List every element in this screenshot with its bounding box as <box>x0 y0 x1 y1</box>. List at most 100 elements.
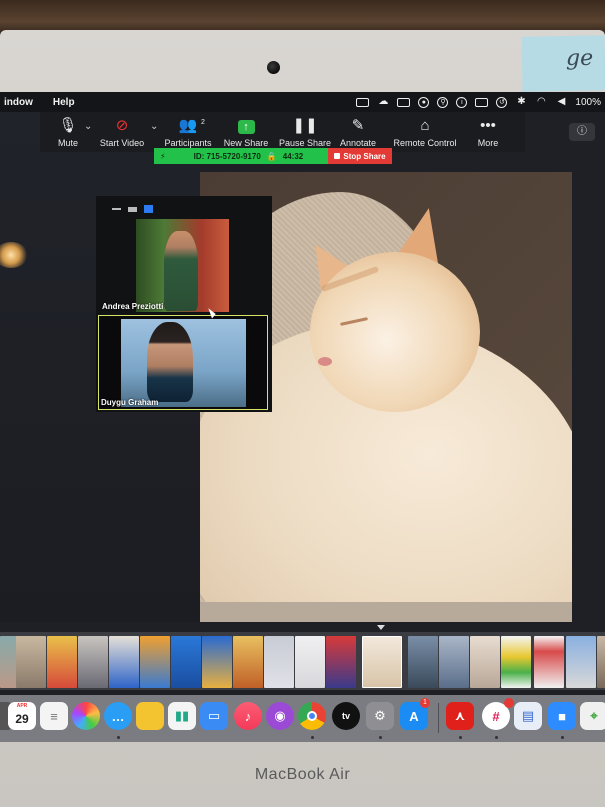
zoom-share-toolbar: 🎙 Mute ⌄ ⊘ Start Video ⌄ 👥 Participants … <box>40 112 525 152</box>
running-indicator <box>311 736 314 739</box>
photo-thumbnail[interactable] <box>78 636 108 688</box>
photo-thumbnail[interactable] <box>16 636 46 688</box>
airplay-icon[interactable] <box>475 97 489 107</box>
numbers-icon[interactable]: ▮▮ <box>168 702 196 730</box>
system-preferences-icon[interactable]: ⚙ <box>366 702 394 730</box>
photos-icon[interactable] <box>72 702 100 730</box>
photo-thumbnail[interactable] <box>326 636 356 688</box>
cloud-upload-icon[interactable]: ☁ <box>377 97 389 107</box>
pause-icon: ❚❚ <box>292 117 318 134</box>
stickies-icon[interactable] <box>136 702 164 730</box>
zoom-status-icon[interactable] <box>356 97 370 107</box>
info-button[interactable]: ⓘ <box>569 123 595 141</box>
photo-thumbnail[interactable] <box>47 636 77 688</box>
wifi-icon[interactable]: ◠ <box>535 97 547 107</box>
start-video-button[interactable]: ⊘ Start Video <box>96 112 148 152</box>
photo-thumbnail[interactable] <box>140 636 170 688</box>
participant-video <box>164 231 198 311</box>
stop-share-button[interactable]: Stop Share <box>328 148 392 164</box>
menu-window[interactable]: indow <box>4 97 33 108</box>
zoom-icon[interactable]: ■ <box>548 702 576 730</box>
floor <box>200 602 572 622</box>
meeting-share-bar: ⚡ ID: 715-5720-9170 🔒 44:32 Stop Share <box>154 148 392 164</box>
chevron-down-icon[interactable]: ⌄ <box>84 121 92 132</box>
photo-thumbnail[interactable] <box>295 636 325 688</box>
time-machine-icon[interactable]: ↺ <box>496 96 508 108</box>
running-indicator <box>379 736 382 739</box>
strip-indicator-arrow <box>377 625 385 630</box>
new-share-button[interactable]: ↑ New Share <box>222 112 270 152</box>
photo-thumbnail-strip <box>0 632 605 690</box>
photo-thumbnail[interactable] <box>597 636 605 688</box>
meeting-info-bar[interactable]: ⚡ ID: 715-5720-9170 🔒 44:32 <box>154 148 328 164</box>
info-circle-icon[interactable]: i <box>456 96 468 108</box>
gallery-view-icon[interactable] <box>144 205 153 213</box>
acrobat-icon[interactable]: ⋏ <box>446 702 474 730</box>
minimize-icon[interactable] <box>112 208 121 210</box>
battery-percent[interactable]: 100% <box>575 97 601 108</box>
running-indicator <box>495 736 498 739</box>
photo-thumbnail[interactable] <box>439 636 469 688</box>
participant-video <box>147 322 193 402</box>
chrome-icon[interactable] <box>298 702 326 730</box>
maps-icon[interactable]: ⌖ <box>580 702 605 730</box>
more-button[interactable]: ••• More <box>472 112 504 152</box>
notes-icon[interactable]: ≡ <box>40 702 68 730</box>
volume-icon[interactable]: ◀ <box>555 97 567 107</box>
photo-thumbnail[interactable] <box>534 636 564 688</box>
photo-thumbnail[interactable] <box>109 636 139 688</box>
video-panel[interactable]: Andrea Preziotti Duygu Graham <box>96 196 272 412</box>
participant-tile[interactable] <box>136 219 229 312</box>
pencil-icon: ✎ <box>351 117 365 134</box>
speaker-view-icon[interactable] <box>128 206 137 212</box>
podcasts-icon[interactable]: ◉ <box>266 702 294 730</box>
photo-thumbnail[interactable] <box>171 636 201 688</box>
apple-tv-icon[interactable]: tv <box>332 702 360 730</box>
photo-thumbnail[interactable] <box>408 636 438 688</box>
photo-thumbnail[interactable] <box>202 636 232 688</box>
dock: APR 29 ≡ … ▮▮ ▭ ♪ ◉ tv ⚙ A 1 ⋏ # ▤ ■ ⌖ <box>0 695 605 742</box>
accessibility-icon[interactable]: ⚲ <box>437 96 449 108</box>
video-off-icon: ⊘ <box>115 117 129 134</box>
dock-separator <box>438 703 439 733</box>
photo-thumbnail[interactable] <box>233 636 263 688</box>
lock-icon: 🔒 <box>266 151 277 161</box>
sticky-note-text: ge <box>566 46 594 71</box>
cat-nose <box>318 357 332 366</box>
remote-control-button[interactable]: ⌂ Remote Control <box>390 112 460 152</box>
meeting-timer: 44:32 <box>282 151 304 161</box>
menu-bar-status: ☁ ● ⚲ i ↺ ✱ ◠ ◀ 100% <box>356 92 601 112</box>
menu-help[interactable]: Help <box>53 97 75 108</box>
participants-button[interactable]: 👥 Participants <box>162 112 214 152</box>
pause-share-button[interactable]: ❚❚ Pause Share <box>278 112 332 152</box>
menu-bar: indow Help ☁ ● ⚲ i ↺ ✱ ◠ ◀ 100% <box>0 92 605 112</box>
participants-count: 2 <box>201 119 205 126</box>
participants-icon: 👥 <box>178 117 198 134</box>
photo-thumbnail[interactable] <box>501 636 531 688</box>
photo-thumbnail[interactable] <box>566 636 596 688</box>
photo-thumbnail[interactable] <box>470 636 500 688</box>
bluetooth-icon[interactable]: ✱ <box>515 97 527 107</box>
remote-control-label: Remote Control <box>393 138 457 148</box>
calendar-icon[interactable]: APR 29 <box>8 702 36 730</box>
light-glow <box>0 242 28 268</box>
onepassword-icon[interactable]: ● <box>418 96 430 108</box>
stop-icon <box>334 153 341 159</box>
mute-button[interactable]: 🎙 Mute <box>48 112 88 152</box>
annotate-button[interactable]: ✎ Annotate <box>336 112 380 152</box>
photo-thumbnail-selected[interactable] <box>362 636 402 688</box>
laptop-brand: MacBook Air <box>254 766 351 783</box>
messages-icon[interactable]: … <box>104 702 132 730</box>
preview-icon[interactable]: ▤ <box>514 702 542 730</box>
chevron-down-icon[interactable]: ⌄ <box>150 121 158 132</box>
keynote-icon[interactable]: ▭ <box>200 702 228 730</box>
stop-share-label: Stop Share <box>343 151 386 161</box>
music-icon[interactable]: ♪ <box>234 702 262 730</box>
running-indicator <box>459 736 462 739</box>
calendar-month: APR <box>16 703 28 709</box>
screen-share-icon[interactable] <box>397 97 411 107</box>
participant-name: Andrea Preziotti <box>102 302 164 311</box>
meeting-id: ID: 715-5720-9170 <box>193 151 261 161</box>
participant-tile-active[interactable]: Duygu Graham <box>98 315 268 410</box>
photo-thumbnail[interactable] <box>264 636 294 688</box>
